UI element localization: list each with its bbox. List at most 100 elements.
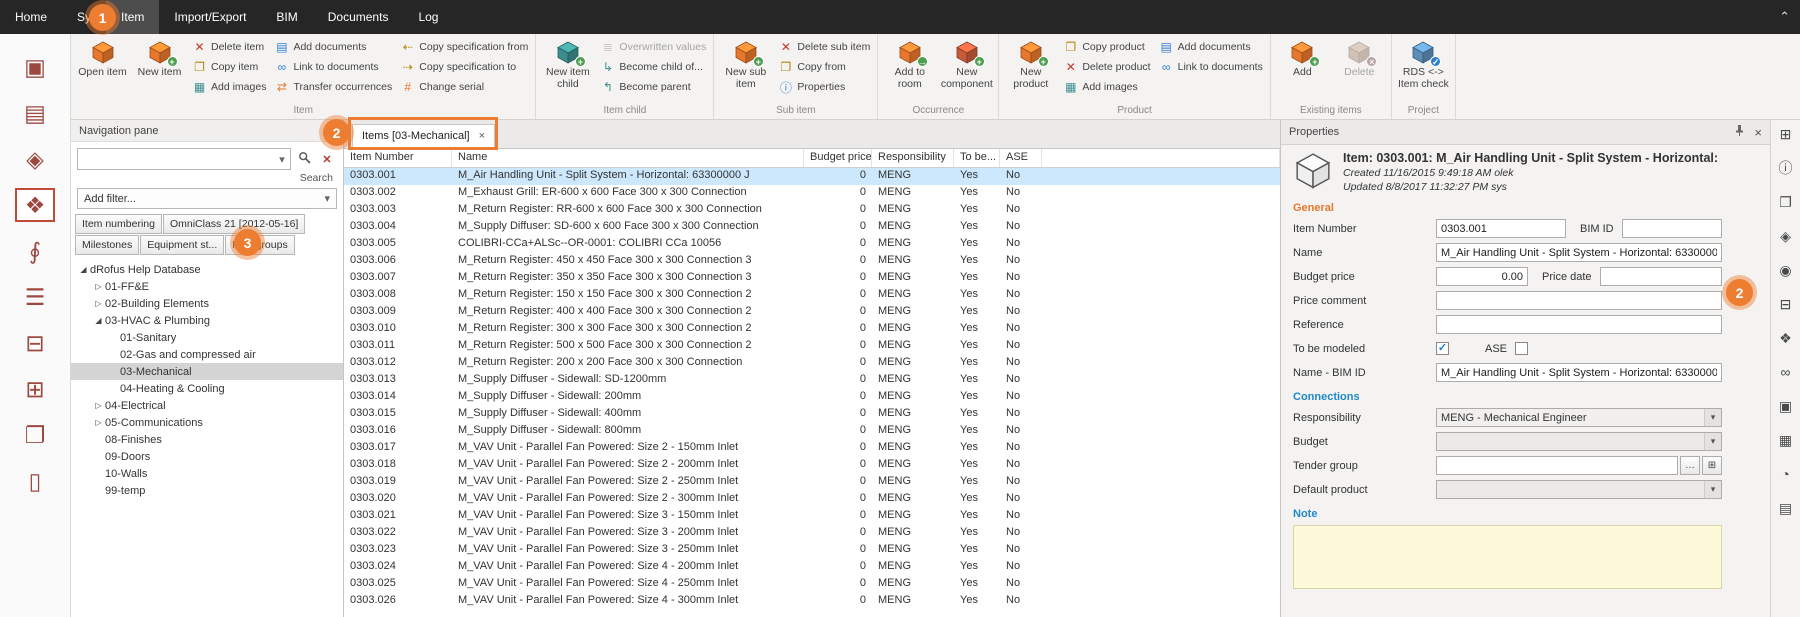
close-icon[interactable]: × <box>1754 125 1762 140</box>
column-header-to-be[interactable]: To be... <box>954 149 1000 167</box>
become-parent-button[interactable]: ↰Become parent <box>596 77 710 97</box>
table-row[interactable]: 0303.018M_VAV Unit - Parallel Fan Powere… <box>344 457 1280 474</box>
tree-item-04-electrical[interactable]: ▷04-Electrical <box>71 397 343 414</box>
clear-search-button[interactable]: ✕ <box>317 149 337 169</box>
table-row[interactable]: 0303.016M_Supply Diffuser - Sidewall: 80… <box>344 423 1280 440</box>
tree-item-09-doors[interactable]: 09-Doors <box>71 448 343 465</box>
column-header-budget-price[interactable]: Budget price <box>804 149 872 167</box>
new-item-child-button[interactable]: +New item child <box>539 35 596 101</box>
tender-group-grid-button[interactable]: ⊞ <box>1702 456 1722 475</box>
column-header-name[interactable]: Name <box>452 149 804 167</box>
copy-product-button[interactable]: ❐Copy product <box>1059 37 1154 57</box>
copy-item-button[interactable]: ❐Copy item <box>188 57 270 77</box>
tree-collapsed-icon[interactable]: ▷ <box>92 299 105 308</box>
tree-item-drofus-help-database[interactable]: ◢dRofus Help Database <box>71 261 343 278</box>
tree-item-10-walls[interactable]: 10-Walls <box>71 465 343 482</box>
delete-sub-item-button[interactable]: ✕Delete sub item <box>774 37 874 57</box>
table-row[interactable]: 0303.011M_Return Register: 500 x 500 Fac… <box>344 338 1280 355</box>
add-filter-dropdown[interactable]: Add filter... ▾ <box>77 188 337 209</box>
budget-select[interactable]: ▾ <box>1436 432 1722 451</box>
table-row[interactable]: 0303.007M_Return Register: 350 x 350 Fac… <box>344 270 1280 287</box>
filter-tab-equipment-st[interactable]: Equipment st... <box>140 235 224 255</box>
price-date-field[interactable] <box>1600 267 1722 286</box>
info-icon[interactable]: ⓘ <box>1777 159 1795 177</box>
to-be-modeled-checkbox[interactable]: ✓ <box>1436 342 1449 355</box>
room-layers-icon[interactable]: ▤ <box>15 96 55 130</box>
table-row[interactable]: 0303.026M_VAV Unit - Parallel Fan Powere… <box>344 593 1280 610</box>
table-row[interactable]: 0303.013M_Supply Diffuser - Sidewall: SD… <box>344 372 1280 389</box>
overwritten-values-button[interactable]: ≣Overwritten values <box>596 37 710 57</box>
table-row[interactable]: 0303.014M_Supply Diffuser - Sidewall: 20… <box>344 389 1280 406</box>
database-icon[interactable]: ☰ <box>15 280 55 314</box>
tree-item-04-heating-cooling[interactable]: 04-Heating & Cooling <box>71 380 343 397</box>
copy-sheet-icon[interactable]: ❐ <box>1777 193 1795 211</box>
tree-item-01-sanitary[interactable]: 01-Sanitary <box>71 329 343 346</box>
name-bim-id-field[interactable] <box>1436 363 1722 382</box>
printer-icon[interactable]: ⊟ <box>1777 295 1795 313</box>
become-child-of-button[interactable]: ↳Become child of... <box>596 57 710 77</box>
default-product-select[interactable]: ▾ <box>1436 480 1722 499</box>
column-header-ase[interactable]: ASE <box>1000 149 1042 167</box>
search-link[interactable]: Search <box>81 172 333 184</box>
tender-group-field[interactable] <box>1436 456 1678 475</box>
table-row[interactable]: 0303.002M_Exhaust Grill: ER-600 x 600 Fa… <box>344 185 1280 202</box>
table-row[interactable]: 0303.003M_Return Register: RR-600 x 600 … <box>344 202 1280 219</box>
search-dropdown-icon[interactable]: ▾ <box>274 153 290 166</box>
delete-item-button[interactable]: ✕Delete item <box>188 37 270 57</box>
add-to-room-button[interactable]: →Add to room <box>881 35 938 101</box>
table-row[interactable]: 0303.024M_VAV Unit - Parallel Fan Powere… <box>344 559 1280 576</box>
items-module-icon[interactable]: ❖ <box>15 188 55 222</box>
add-images-button[interactable]: ▦Add images <box>1059 77 1154 97</box>
column-header-item-number[interactable]: Item Number <box>344 149 452 167</box>
responsibility-select[interactable]: MENG - Mechanical Engineer ▾ <box>1436 408 1722 427</box>
table-row[interactable]: 0303.020M_VAV Unit - Parallel Fan Powere… <box>344 491 1280 508</box>
room-data-cube-icon[interactable]: ◈ <box>15 142 55 176</box>
history-clock-icon[interactable]: ◔ <box>1777 465 1795 483</box>
table-row[interactable]: 0303.021M_VAV Unit - Parallel Fan Powere… <box>344 508 1280 525</box>
properties-button[interactable]: ⓘProperties <box>774 77 874 97</box>
table-row[interactable]: 0303.006M_Return Register: 450 x 450 Fac… <box>344 253 1280 270</box>
box-icon[interactable]: ▣ <box>1777 397 1795 415</box>
tree-item-03-hvac-plumbing[interactable]: ◢03-HVAC & Plumbing <box>71 312 343 329</box>
tree-item-02-building-elements[interactable]: ▷02-Building Elements <box>71 295 343 312</box>
table-row[interactable]: 0303.012M_Return Register: 200 x 200 Fac… <box>344 355 1280 372</box>
tree-item-03-mechanical[interactable]: 03-Mechanical <box>71 363 343 380</box>
transfer-occurrences-button[interactable]: ⇄Transfer occurrences <box>270 77 396 97</box>
search-input[interactable]: ▾ <box>77 148 291 170</box>
table-row[interactable]: 0303.022M_VAV Unit - Parallel Fan Powere… <box>344 525 1280 542</box>
grid-icon[interactable]: ⊞ <box>15 372 55 406</box>
menu-item-home[interactable]: Home <box>0 0 62 34</box>
item-number-field[interactable] <box>1436 219 1566 238</box>
new-item-button[interactable]: +New item <box>131 35 188 101</box>
delete-button[interactable]: ×Delete <box>1331 35 1388 101</box>
budget-price-field[interactable] <box>1436 267 1528 286</box>
table-row[interactable]: 0303.017M_VAV Unit - Parallel Fan Powere… <box>344 440 1280 457</box>
note-textarea[interactable] <box>1293 525 1722 589</box>
tree-collapsed-icon[interactable]: ▷ <box>92 401 105 410</box>
ribbon-collapse-chevron-icon[interactable]: ⌃ <box>1779 0 1790 34</box>
menu-item-bim[interactable]: BIM <box>261 0 312 34</box>
column-header-responsibility[interactable]: Responsibility <box>872 149 954 167</box>
copy-specification-to-button[interactable]: ⇢Copy specification to <box>396 57 532 77</box>
open-item-button[interactable]: Open item <box>74 35 131 101</box>
add-documents-button[interactable]: ▤Add documents <box>1155 37 1267 57</box>
menu-item-documents[interactable]: Documents <box>313 0 404 34</box>
layout-grid-icon[interactable]: ⊞ <box>1777 125 1795 143</box>
rooms-icon[interactable]: ▣ <box>15 50 55 84</box>
table-row[interactable]: 0303.004M_Supply Diffuser: SD-600 x 600 … <box>344 219 1280 236</box>
new-component-button[interactable]: +New component <box>938 35 995 101</box>
table-row[interactable]: 0303.025M_VAV Unit - Parallel Fan Powere… <box>344 576 1280 593</box>
menu-item-import-export[interactable]: Import/Export <box>159 0 261 34</box>
add-button[interactable]: +Add <box>1274 35 1331 101</box>
name-field[interactable] <box>1436 243 1722 262</box>
component-icon[interactable]: ❖ <box>1777 329 1795 347</box>
link-to-documents-button[interactable]: ∞Link to documents <box>1155 57 1267 77</box>
tree-collapsed-icon[interactable]: ▷ <box>92 418 105 427</box>
cube-icon[interactable]: ◈ <box>1777 227 1795 245</box>
table-row[interactable]: 0303.001M_Air Handling Unit - Split Syst… <box>344 168 1280 185</box>
tree-expanded-icon[interactable]: ◢ <box>92 316 105 325</box>
link-to-documents-button[interactable]: ∞Link to documents <box>270 57 396 77</box>
pin-icon[interactable] <box>1734 124 1745 140</box>
copy-specification-from-button[interactable]: ⇠Copy specification from <box>396 37 532 57</box>
document-icon[interactable]: ▯ <box>15 464 55 498</box>
